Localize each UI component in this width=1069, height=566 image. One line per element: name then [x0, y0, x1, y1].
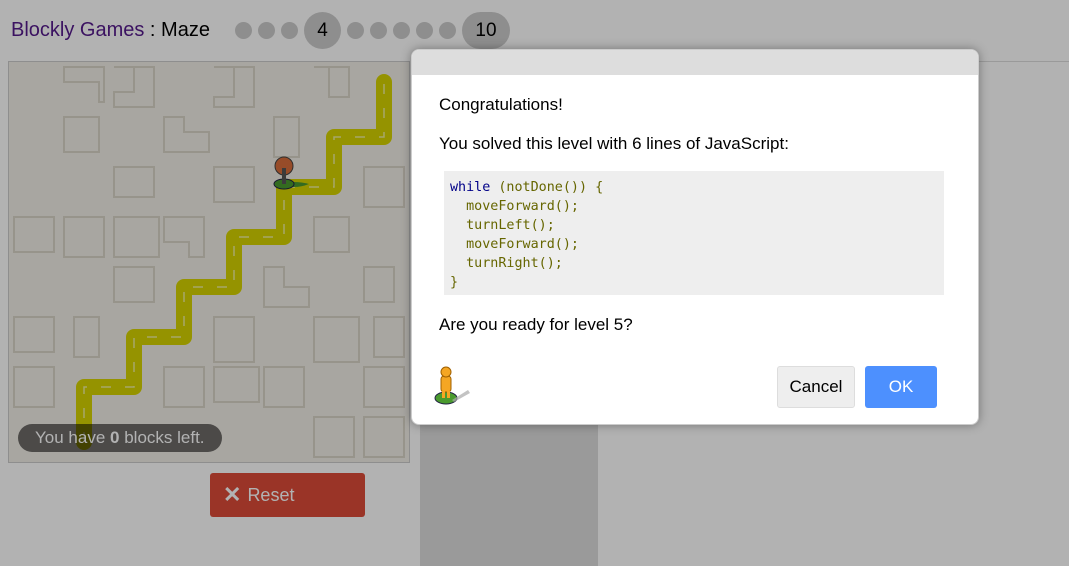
dialog-header[interactable] — [412, 50, 978, 75]
congrats-text: Congratulations! — [439, 95, 563, 114]
code-keyword: while — [450, 180, 491, 195]
code-line: turnLeft(); — [450, 218, 555, 233]
code-line: turnRight(); — [450, 256, 563, 271]
code-line: moveForward(); — [450, 199, 579, 214]
solved-text: You solved this level with 6 lines of Ja… — [439, 134, 789, 153]
ok-button[interactable]: OK — [865, 366, 937, 408]
code-condition: (notDone()) { — [490, 180, 604, 195]
pegman-icon — [434, 366, 470, 405]
cancel-button[interactable]: Cancel — [777, 366, 855, 408]
code-close: } — [450, 275, 459, 290]
code-line: moveForward(); — [450, 237, 579, 252]
ready-text: Are you ready for level 5? — [439, 315, 633, 334]
code-block: while (notDone()) { moveForward(); turnL… — [444, 171, 944, 295]
congrats-dialog: Congratulations! You solved this level w… — [411, 49, 979, 425]
